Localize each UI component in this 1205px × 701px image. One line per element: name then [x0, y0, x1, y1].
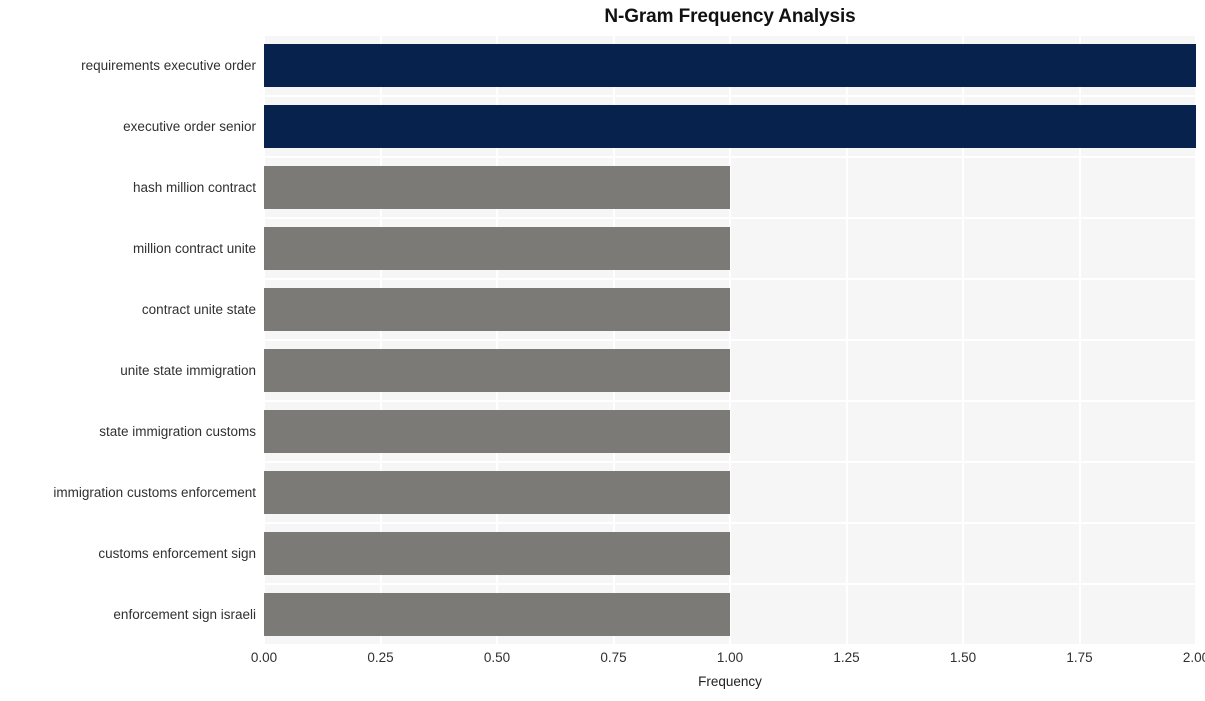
- y-axis-tick-label: requirements executive order: [81, 57, 256, 73]
- chart-figure: N-Gram Frequency Analysis requirements e…: [0, 0, 1205, 701]
- x-axis-tick-label: 2.00: [1182, 650, 1205, 665]
- x-axis-tick-label: 1.00: [716, 650, 744, 665]
- bar[interactable]: [264, 165, 730, 210]
- bar[interactable]: [264, 409, 730, 454]
- y-axis-tick-label: enforcement sign israeli: [113, 606, 256, 622]
- x-axis-tick-label: 0.50: [483, 650, 511, 665]
- y-axis-tick-label: million contract unite: [132, 240, 256, 256]
- bar[interactable]: [264, 43, 1196, 88]
- y-axis-tick-label: contract unite state: [141, 301, 256, 317]
- bar[interactable]: [264, 592, 730, 637]
- bar[interactable]: [264, 287, 730, 332]
- y-axis-tick-label: hash million contract: [132, 179, 256, 195]
- x-axis-tick-label: 1.75: [1066, 650, 1093, 665]
- bar[interactable]: [264, 531, 730, 576]
- y-axis-tick-label: executive order senior: [123, 118, 256, 134]
- bar[interactable]: [264, 348, 730, 393]
- x-axis-tick-label: 1.50: [949, 650, 977, 665]
- y-axis-tick-labels: requirements executive order executive or…: [0, 35, 256, 645]
- chart-title: N-Gram Frequency Analysis: [604, 6, 856, 27]
- bar[interactable]: [264, 226, 730, 271]
- x-axis-tick-label: 0.00: [250, 650, 278, 665]
- plot-area: [263, 34, 1197, 646]
- x-axis-tick-label: 1.25: [833, 650, 860, 665]
- y-axis-tick-label: immigration customs enforcement: [53, 484, 256, 500]
- x-axis-tick-label: 0.25: [367, 650, 394, 665]
- bar[interactable]: [264, 470, 730, 515]
- bars-container: [264, 35, 1196, 645]
- y-axis-tick-label: state immigration customs: [99, 423, 256, 439]
- y-axis-tick-label: unite state immigration: [120, 362, 256, 378]
- x-axis-tick-label: 0.75: [600, 650, 627, 665]
- y-axis-tick-label: customs enforcement sign: [98, 545, 256, 561]
- x-axis-tick-labels: 0.00 0.25 0.50 0.75 1.00 1.25 1.50 1.75 2.00: [0, 650, 1205, 670]
- bar[interactable]: [264, 104, 1196, 149]
- x-axis-title: Frequency: [698, 674, 762, 689]
